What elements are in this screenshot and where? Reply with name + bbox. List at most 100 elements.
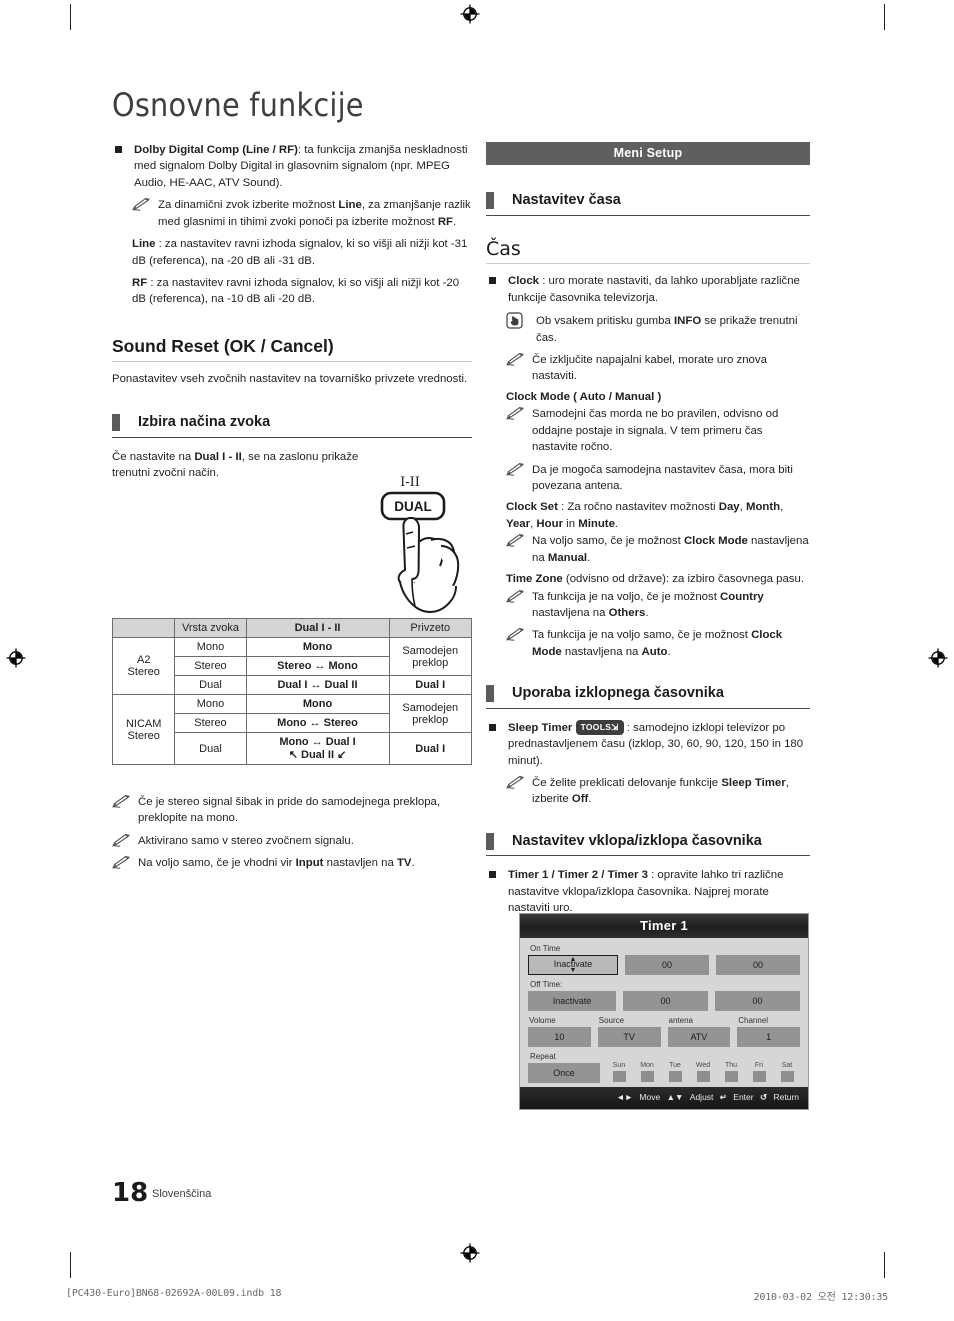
- dolby-term: Dolby Digital Comp (Line / RF): [134, 144, 298, 156]
- page-language: Slovenščina: [152, 1188, 212, 1200]
- note3-bold-input: Input: [295, 857, 324, 870]
- pencil-icon: [112, 856, 132, 870]
- enter-hint-label: Enter: [733, 1092, 754, 1102]
- st-b1: Sleep Timer: [721, 777, 786, 790]
- page-number: 18: [112, 1178, 149, 1208]
- day-checkbox-group: Sun Mon Tue Wed Thu Fri Sat: [609, 1062, 800, 1083]
- pencil-icon: [506, 407, 526, 421]
- clock-term: Clock: [508, 275, 540, 288]
- sleep-timer-text: Sleep Timer TOOLS⇲ : samodejno izklopi t…: [508, 719, 810, 769]
- clock-mode-note-1: Samodejni čas morda ne bo pravilen, odvi…: [506, 406, 810, 455]
- registration-mark-left: [6, 648, 26, 668]
- sound-mode-heading: Izbira načina zvoka: [112, 413, 472, 438]
- day-wed[interactable]: Wed: [693, 1062, 713, 1082]
- tz2-p2: nastavljena na: [561, 645, 642, 658]
- cell-dual: Mono: [245, 694, 390, 714]
- th-empty: [111, 618, 176, 638]
- channel-label: Channel: [738, 1016, 769, 1025]
- channel-field[interactable]: 1: [737, 1027, 800, 1047]
- sleep-timer-bullet: Sleep Timer TOOLS⇲ : samodejno izklopi t…: [486, 719, 810, 769]
- channel-group: Channel 1: [737, 1016, 800, 1047]
- cs-b-minute: Minute: [578, 517, 615, 530]
- note3-part-2: nastavljen na: [323, 857, 397, 870]
- off-time-row: Inactivate 00 00: [528, 991, 800, 1011]
- day-thu[interactable]: Thu: [721, 1062, 741, 1082]
- day-checkbox-thu[interactable]: [724, 1071, 738, 1082]
- table-header: Vrsta zvoka Dual I - II Privzeto: [111, 618, 472, 638]
- registration-mark-bottom: [460, 1243, 480, 1263]
- chevron-up-icon[interactable]: ▲: [570, 956, 577, 963]
- tz1-b1: Country: [720, 590, 764, 603]
- pencil-icon: [112, 794, 132, 808]
- dolby-note-text: Za dinamični zvok izberite možnost Line,…: [158, 197, 472, 230]
- left-column: Dolby Digital Comp (Line / RF): ta funkc…: [112, 142, 472, 482]
- adjust-arrows-icon: ▲▼: [666, 1092, 684, 1102]
- day-checkbox-sun[interactable]: [612, 1071, 626, 1082]
- cs-p6: .: [614, 517, 619, 530]
- square-bullet-icon: [489, 723, 496, 731]
- day-checkbox-fri[interactable]: [752, 1071, 766, 1082]
- group-nicam: NICAM Stereo: [111, 694, 176, 765]
- clock-mode-note-2-text: Da je mogoča samodejna nastavitev časa, …: [532, 463, 793, 492]
- tz1-p1: Ta funkcija je na voljo, če je možnost: [532, 590, 721, 603]
- on-time-minute-field[interactable]: 00: [716, 955, 800, 975]
- table-row: A2 Stereo Mono Mono Samodejen preklop: [111, 637, 472, 695]
- sound-mode-heading-label: Izbira načina zvoka: [138, 414, 271, 431]
- crop-mark-bottom-right: [884, 1252, 885, 1278]
- section-tab-marker: [486, 192, 494, 209]
- table-header-row: Vrsta zvoka Dual I - II Privzeto: [111, 618, 472, 638]
- cell-default: Dual I: [388, 675, 472, 695]
- line-term: Line: [132, 238, 156, 251]
- csn-p1: Na voljo samo, če je možnost: [532, 535, 684, 548]
- info-part-1: Ob vsakem pritisku gumba: [536, 315, 675, 328]
- cell-dual: Mono ↔ Dual I ↖ Dual II ↙: [245, 732, 390, 765]
- day-checkbox-sat[interactable]: [780, 1071, 794, 1082]
- day-label-wed: Wed: [695, 1062, 711, 1069]
- source-field[interactable]: TV: [597, 1027, 661, 1047]
- time-zone-note-2: Ta funkcija je na voljo samo, če je možn…: [506, 627, 810, 660]
- repeat-label: Repeat: [530, 1052, 556, 1061]
- cell-type: Stereo: [174, 713, 247, 733]
- cell-type: Mono: [174, 694, 247, 714]
- clock-text: Clock : uro morate nastaviti, da lahko u…: [508, 273, 810, 306]
- hand-press-icon: [506, 312, 523, 329]
- antenna-field[interactable]: ATV: [667, 1027, 731, 1047]
- on-time-hour-field[interactable]: 00: [625, 955, 709, 975]
- volume-field[interactable]: 10: [528, 1027, 591, 1047]
- note-part-1: Za dinamični zvok izberite možnost: [158, 199, 339, 212]
- day-fri[interactable]: Fri: [749, 1062, 769, 1082]
- on-time-activation-field[interactable]: ▲ Inactivate ▼: [528, 955, 618, 975]
- day-label-fri: Fri: [754, 1062, 764, 1069]
- th-vrsta-zvoka: Vrsta zvoka: [174, 618, 247, 638]
- dolby-note: Za dinamični zvok izberite možnost Line,…: [132, 197, 472, 230]
- table-note-1: Če je stereo signal šibak in pride do sa…: [112, 794, 472, 827]
- day-sat[interactable]: Sat: [777, 1062, 797, 1082]
- day-checkbox-tue[interactable]: [668, 1071, 682, 1082]
- day-checkbox-mon[interactable]: [640, 1071, 654, 1082]
- off-time-minute-field[interactable]: 00: [715, 991, 800, 1011]
- square-bullet-icon: [115, 146, 122, 153]
- table-note-3: Na voljo samo, če je vhodni vir Input na…: [112, 855, 472, 871]
- note3-part-3: .: [411, 857, 415, 870]
- chevron-down-icon[interactable]: ▼: [570, 967, 577, 974]
- cell-dual: Mono ↔ Stereo: [245, 713, 390, 733]
- timer-text: Timer 1 / Timer 2 / Timer 3 : opravite l…: [508, 867, 810, 916]
- clock-mode-term: Clock Mode ( Auto / Manual ): [506, 390, 662, 403]
- day-checkbox-wed[interactable]: [696, 1071, 710, 1082]
- repeat-field[interactable]: Once: [528, 1063, 600, 1083]
- day-mon[interactable]: Mon: [637, 1062, 657, 1082]
- cell-default: Samodejen preklop: [388, 694, 472, 733]
- day-tue[interactable]: Tue: [665, 1062, 685, 1082]
- off-time-hour-field[interactable]: 00: [623, 991, 708, 1011]
- sound-mode-intro: Če nastavite na Dual I - II, se na zaslo…: [112, 449, 387, 482]
- sound-mode-table: Vrsta zvoka Dual I - II Privzeto A2 Ster…: [111, 618, 472, 765]
- onoff-timer-heading: Nastavitev vklopa/izklopa časovnika: [486, 832, 810, 857]
- off-time-activation-field[interactable]: Inactivate: [528, 991, 616, 1011]
- day-sun[interactable]: Sun: [609, 1062, 629, 1082]
- clock-set-line: Clock Set : Za ročno nastavitev možnosti…: [506, 499, 810, 532]
- cell-type: Dual: [174, 675, 247, 695]
- cell-dual: Dual I ↔ Dual II: [245, 675, 390, 695]
- volume-group: Volume 10: [528, 1016, 591, 1047]
- dolby-text: Dolby Digital Comp (Line / RF): ta funkc…: [134, 142, 472, 191]
- note-bold-line: Line: [338, 199, 362, 212]
